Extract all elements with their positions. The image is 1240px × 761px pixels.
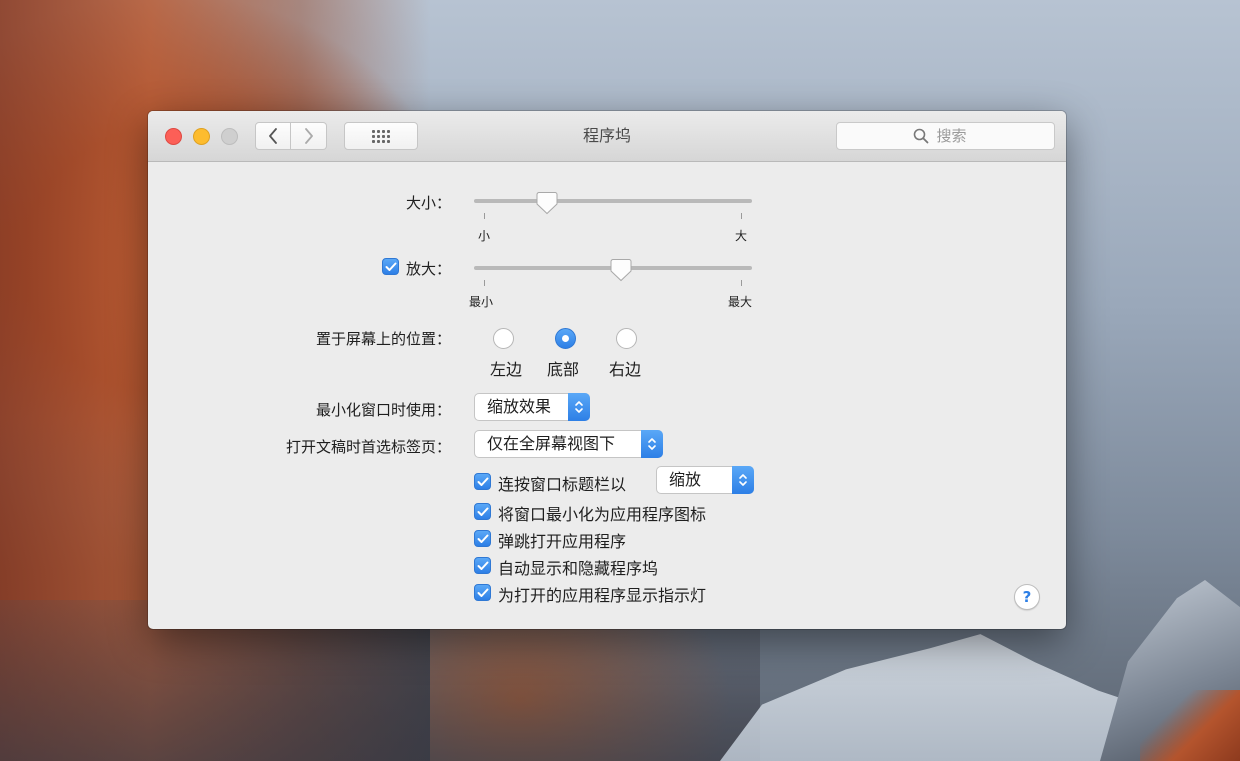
size-label: 大小：	[405, 194, 451, 212]
search-icon	[913, 128, 928, 144]
back-button[interactable]	[255, 122, 291, 150]
grid-icon	[372, 129, 390, 143]
checkmark-icon	[477, 588, 488, 597]
zoom-button	[221, 128, 238, 145]
position-label: 置于屏幕上的位置：	[315, 330, 451, 348]
minimize-effect-label: 最小化窗口时使用：	[315, 401, 451, 419]
checkmark-icon	[477, 477, 488, 486]
animate-opening-label: 弹跳打开应用程序	[498, 532, 627, 551]
position-radio-left[interactable]	[493, 328, 514, 349]
minimize-button[interactable]	[193, 128, 210, 145]
size-max-label: 大	[735, 229, 748, 243]
show-all-button[interactable]	[344, 122, 418, 150]
magnification-min-label: 最小	[469, 295, 494, 309]
forward-button[interactable]	[291, 122, 327, 150]
title-bar[interactable]: 程序坞	[148, 111, 1066, 162]
magnification-tick-min	[484, 280, 485, 286]
position-option-left: 左边	[490, 360, 523, 379]
close-button[interactable]	[165, 128, 182, 145]
prefer-tabs-value: 仅在全屏幕视图下	[487, 434, 616, 453]
search-input[interactable]	[934, 126, 979, 146]
checkmark-icon	[477, 507, 488, 516]
double-click-label: 连按窗口标题栏以	[498, 475, 627, 494]
popup-arrows-icon	[641, 430, 663, 458]
preferences-content: 大小： 小 大 放大： 最小 最大 置于屏幕上的位置： 左边 底部 右边 最小化…	[148, 162, 1066, 629]
minimize-effect-value: 缩放效果	[487, 397, 552, 416]
chevron-left-icon	[269, 128, 277, 144]
checkmark-icon	[385, 262, 396, 271]
double-click-checkbox[interactable]	[474, 473, 491, 490]
position-option-right: 右边	[609, 360, 642, 379]
double-click-action-popup[interactable]: 缩放	[656, 466, 754, 494]
popup-arrows-icon	[732, 466, 754, 494]
dock-preferences-window: 程序坞 大小： 小 大 放大：	[148, 111, 1066, 629]
size-slider-thumb[interactable]	[536, 191, 558, 215]
indicators-label: 为打开的应用程序显示指示灯	[498, 586, 707, 605]
indicators-checkbox[interactable]	[474, 584, 491, 601]
position-radio-bottom[interactable]	[555, 328, 576, 349]
size-tick-max	[741, 213, 742, 219]
magnification-label: 放大：	[405, 260, 451, 278]
size-min-label: 小	[478, 229, 491, 243]
checkmark-icon	[477, 534, 488, 543]
autohide-label: 自动显示和隐藏程序坞	[498, 559, 659, 578]
help-button[interactable]: ?	[1014, 584, 1040, 610]
desktop-wallpaper-corner	[1140, 690, 1240, 761]
chevron-right-icon	[304, 128, 313, 144]
magnification-tick-max	[741, 280, 742, 286]
magnification-max-label: 最大	[728, 295, 753, 309]
checkmark-icon	[477, 561, 488, 570]
autohide-checkbox[interactable]	[474, 557, 491, 574]
position-option-bottom: 底部	[547, 360, 580, 379]
prefer-tabs-label: 打开文稿时首选标签页：	[285, 438, 451, 456]
position-radio-right[interactable]	[616, 328, 637, 349]
minimize-into-icon-checkbox[interactable]	[474, 503, 491, 520]
popup-arrows-icon	[568, 393, 590, 421]
animate-opening-checkbox[interactable]	[474, 530, 491, 547]
prefer-tabs-popup[interactable]: 仅在全屏幕视图下	[474, 430, 663, 458]
magnification-checkbox[interactable]	[382, 258, 399, 275]
size-slider-track[interactable]	[474, 199, 752, 203]
magnification-slider-thumb[interactable]	[610, 258, 632, 282]
minimize-effect-popup[interactable]: 缩放效果	[474, 393, 590, 421]
minimize-into-icon-label: 将窗口最小化为应用程序图标	[498, 505, 707, 524]
search-field[interactable]	[836, 122, 1055, 150]
desktop-wallpaper-mountains	[720, 634, 1140, 761]
size-tick-min	[484, 213, 485, 219]
double-click-action-value: 缩放	[669, 470, 702, 489]
